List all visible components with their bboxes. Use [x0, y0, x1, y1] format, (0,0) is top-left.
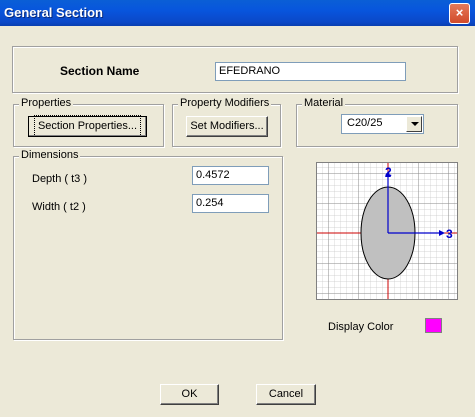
cancel-button[interactable]: Cancel — [256, 384, 316, 405]
display-color-label: Display Color — [328, 321, 394, 333]
close-button[interactable]: × — [449, 3, 470, 24]
axis-3-label: 3 — [446, 227, 453, 241]
ok-button-label: OK — [181, 388, 198, 400]
section-properties-button[interactable]: Section Properties... — [28, 115, 147, 137]
material-select[interactable]: C20/25 — [341, 114, 424, 134]
window-title: General Section — [4, 5, 103, 20]
close-icon: × — [455, 5, 464, 20]
axis-2-label: 2 — [385, 165, 392, 179]
ok-button[interactable]: OK — [160, 384, 219, 405]
property-modifiers-legend: Property Modifiers — [178, 97, 272, 109]
dimensions-legend: Dimensions — [19, 149, 81, 161]
width-label: Width ( t2 ) — [32, 201, 86, 213]
set-modifiers-button[interactable]: Set Modifiers... — [186, 116, 268, 137]
section-name-input[interactable]: EFEDRANO — [215, 62, 406, 81]
material-selected-value: C20/25 — [347, 117, 383, 129]
depth-input[interactable]: 0.4572 — [192, 166, 269, 185]
general-section-dialog: General Section × Section Name EFEDRANO … — [0, 0, 475, 417]
properties-legend: Properties — [19, 97, 74, 109]
title-bar[interactable]: General Section × — [0, 0, 475, 26]
set-modifiers-button-label: Set Modifiers... — [190, 120, 264, 132]
cancel-button-label: Cancel — [268, 388, 304, 400]
display-color-swatch[interactable] — [425, 318, 442, 333]
chevron-down-icon[interactable] — [406, 116, 422, 132]
section-properties-button-label: Section Properties... — [33, 115, 142, 137]
width-input[interactable]: 0.254 — [192, 194, 269, 213]
depth-label: Depth ( t3 ) — [32, 173, 88, 185]
section-name-label: Section Name — [60, 64, 140, 78]
section-preview-canvas: 2 3 — [317, 163, 457, 299]
material-legend: Material — [302, 97, 346, 109]
section-preview: 2 3 — [316, 162, 458, 300]
